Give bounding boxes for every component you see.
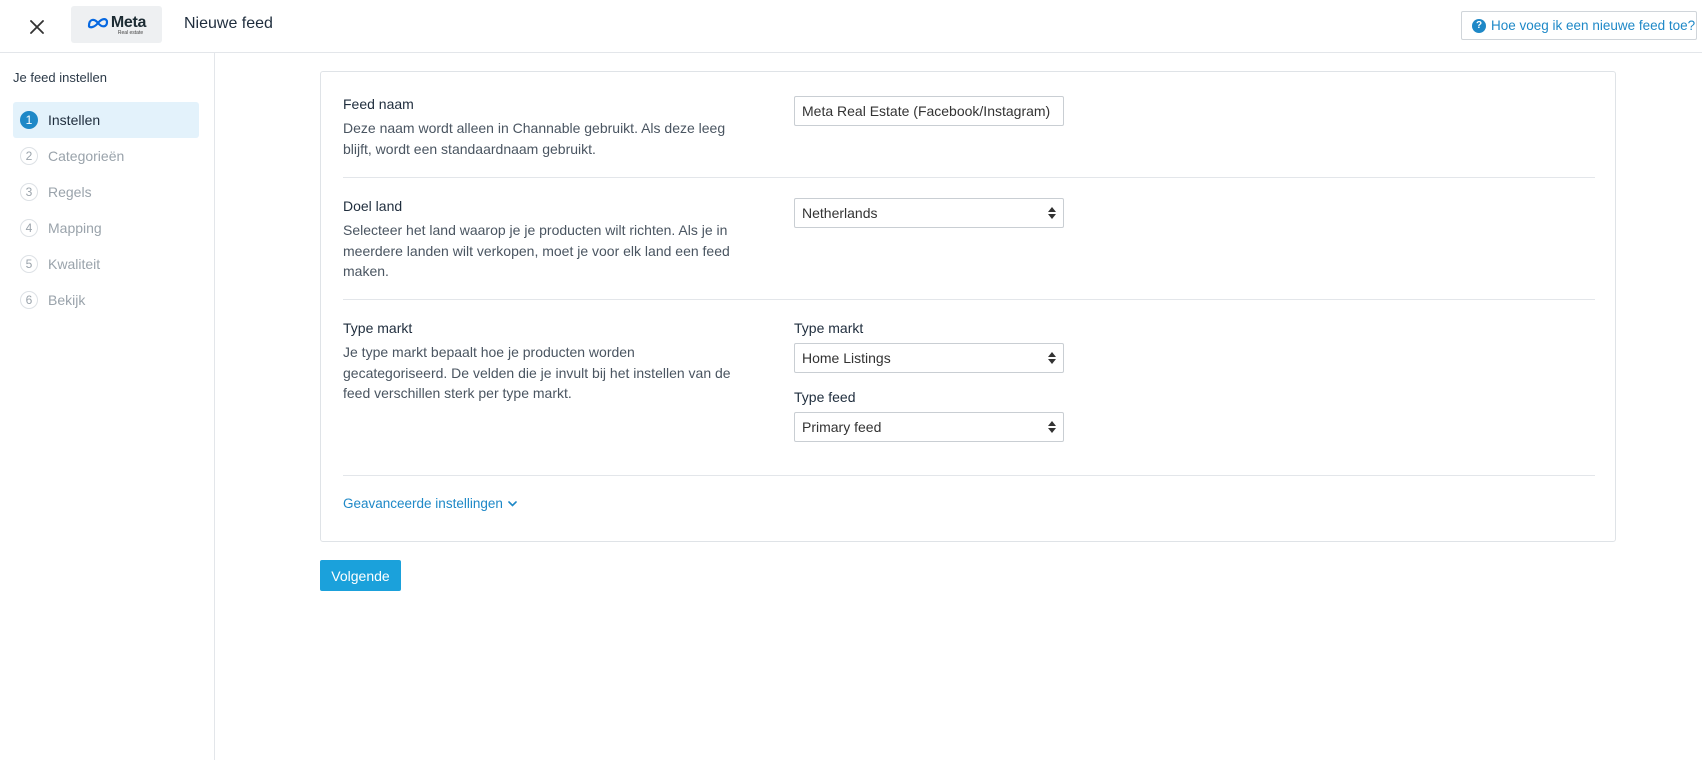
step-instellen[interactable]: 1 Instellen	[13, 102, 199, 138]
advanced-settings-toggle[interactable]: Geavanceerde instellingen	[343, 496, 517, 511]
step-number: 4	[20, 219, 38, 237]
step-number: 3	[20, 183, 38, 201]
step-categorieen[interactable]: 2 Categorieën	[13, 138, 199, 174]
target-country-description: Selecteer het land waarop je je producte…	[343, 222, 730, 279]
top-header: Meta Real estate Nieuwe feed ? Hoe voeg …	[0, 0, 1702, 53]
step-label: Categorieën	[48, 148, 125, 164]
market-type-field-label: Type markt	[794, 320, 864, 336]
step-label: Regels	[48, 184, 92, 200]
step-label: Bekijk	[48, 292, 86, 308]
step-list: 1 Instellen 2 Categorieën 3 Regels 4 Map…	[13, 102, 199, 318]
next-button[interactable]: Volgende	[320, 560, 401, 591]
sort-arrows-icon	[1047, 351, 1056, 365]
market-type-description: Je type markt bepaalt hoe je producten w…	[343, 344, 731, 401]
step-label: Mapping	[48, 220, 102, 236]
question-icon: ?	[1472, 18, 1486, 33]
close-icon	[30, 20, 44, 34]
divider	[343, 299, 1595, 300]
country-select-value: Netherlands	[802, 205, 878, 221]
sidebar-heading: Je feed instellen	[13, 70, 107, 85]
chevron-down-icon	[508, 500, 517, 507]
step-mapping[interactable]: 4 Mapping	[13, 210, 199, 246]
sort-arrows-icon	[1047, 420, 1056, 434]
feed-type-select[interactable]: Primary feed	[794, 412, 1064, 442]
market-type-select[interactable]: Home Listings	[794, 343, 1064, 373]
sort-arrows-icon	[1047, 206, 1056, 220]
market-type-section: Type markt Je type markt bepaalt hoe je …	[343, 320, 1595, 442]
feed-name-description: Deze naam wordt alleen in Channable gebr…	[343, 120, 726, 157]
feed-settings-card: Feed naam Deze naam wordt alleen in Chan…	[320, 71, 1616, 542]
feed-name-section: Feed naam Deze naam wordt alleen in Chan…	[343, 96, 1595, 159]
country-select[interactable]: Netherlands	[794, 198, 1064, 228]
feed-type-field-label: Type feed	[794, 389, 856, 405]
page-title: Nieuwe feed	[184, 15, 273, 32]
advanced-settings-label: Geavanceerde instellingen	[343, 496, 503, 511]
market-type-select-value: Home Listings	[802, 350, 891, 366]
step-regels[interactable]: 3 Regels	[13, 174, 199, 210]
step-number: 6	[20, 291, 38, 309]
divider	[343, 475, 1595, 476]
help-button-label: Hoe voeg ik een nieuwe feed toe?	[1491, 18, 1696, 33]
step-number: 1	[20, 111, 38, 129]
meta-infinity-icon	[87, 17, 108, 28]
step-number: 5	[20, 255, 38, 273]
feed-name-input[interactable]: Meta Real Estate (Facebook/Instagram)	[794, 96, 1064, 126]
help-button[interactable]: ? Hoe voeg ik een nieuwe feed toe?	[1461, 11, 1697, 40]
step-label: Kwaliteit	[48, 256, 101, 272]
step-label: Instellen	[48, 112, 101, 128]
close-button[interactable]	[22, 12, 52, 42]
step-kwaliteit[interactable]: 5 Kwaliteit	[13, 246, 199, 282]
meta-logo: Meta Real estate	[71, 6, 162, 43]
feed-type-select-value: Primary feed	[802, 419, 882, 435]
step-number: 2	[20, 147, 38, 165]
target-country-section: Doel land Selecteer het land waarop je j…	[343, 198, 1595, 282]
sidebar: Je feed instellen 1 Instellen 2 Categori…	[0, 53, 215, 760]
divider	[343, 177, 1595, 178]
logo-subtext: Real estate	[117, 29, 144, 36]
step-bekijk[interactable]: 6 Bekijk	[13, 282, 199, 318]
